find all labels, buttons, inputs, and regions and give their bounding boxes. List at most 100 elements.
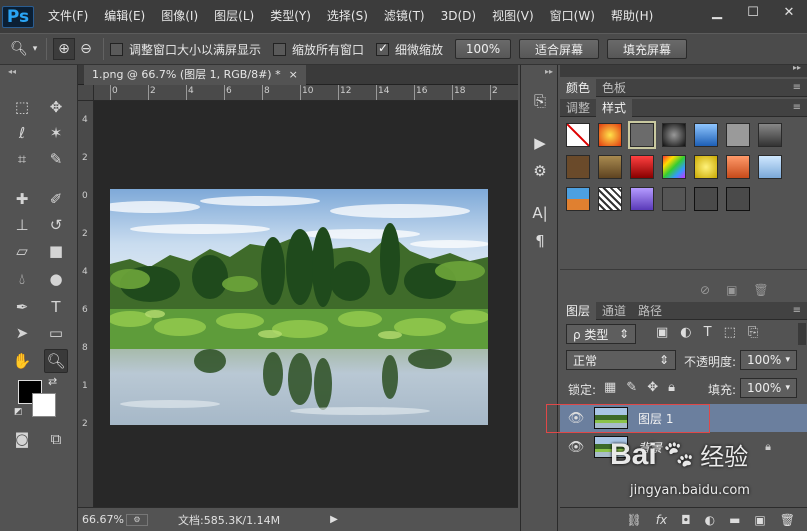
close-icon[interactable]: × xyxy=(289,65,298,85)
shape-filter-icon[interactable]: ⬚ xyxy=(724,325,736,340)
type-filter-icon[interactable]: T xyxy=(704,325,712,340)
checkbox-box[interactable] xyxy=(110,42,123,56)
style-swatch[interactable] xyxy=(758,123,782,147)
link-layers-icon[interactable]: ⛓ xyxy=(627,513,642,527)
style-swatch[interactable] xyxy=(726,155,750,179)
screen-mode-icon[interactable]: ⧉ xyxy=(44,427,68,451)
style-none[interactable] xyxy=(566,123,590,147)
zoom-all-windows-checkbox[interactable]: 缩放所有窗口 xyxy=(273,41,364,58)
opacity-input[interactable]: 100% ▾ xyxy=(740,350,797,370)
eraser-tool-icon[interactable]: ▱ xyxy=(10,239,34,263)
smart-object-filter-icon[interactable]: ⎘ xyxy=(748,325,758,340)
style-swatch[interactable] xyxy=(694,187,718,211)
panel-menu-icon[interactable]: ≡ xyxy=(793,99,801,116)
tab-layers[interactable]: 图层 xyxy=(560,302,597,320)
actions-panel-icon[interactable]: ▶ xyxy=(528,131,552,155)
menu-edit[interactable]: 编辑(E) xyxy=(96,0,153,33)
swap-colors-icon[interactable]: ⇄ xyxy=(48,375,57,388)
menu-help[interactable]: 帮助(H) xyxy=(603,0,661,33)
fx-icon[interactable]: fx xyxy=(656,513,667,527)
character-panel-icon[interactable]: A| xyxy=(528,201,552,225)
menu-file[interactable]: 文件(F) xyxy=(40,0,96,33)
style-swatch[interactable] xyxy=(566,155,590,179)
lock-all-icon[interactable]: 🔒︎ xyxy=(668,380,675,395)
zoom-100-button[interactable]: 100% xyxy=(455,39,512,59)
tab-swatches[interactable]: 色板 xyxy=(596,79,632,97)
style-swatch[interactable] xyxy=(694,155,718,179)
brush-tool-icon[interactable]: ✐ xyxy=(44,187,68,211)
minimize-icon[interactable]: ▁ xyxy=(707,4,727,20)
style-swatch[interactable] xyxy=(628,121,656,149)
style-swatch[interactable] xyxy=(662,155,686,179)
style-swatch[interactable] xyxy=(662,187,686,211)
tab-styles[interactable]: 样式 xyxy=(596,99,633,117)
delete-layer-icon[interactable]: 🗑︎ xyxy=(780,513,795,527)
rectangle-tool-icon[interactable]: ▭ xyxy=(44,321,68,345)
hand-tool-icon[interactable]: ✋ xyxy=(10,349,34,373)
style-swatch[interactable] xyxy=(726,187,750,211)
adjustment-layer-icon[interactable]: ◐ xyxy=(705,513,715,527)
marquee-tool-icon[interactable]: ⬚ xyxy=(10,95,34,119)
fit-screen-button[interactable]: 适合屏幕 xyxy=(519,39,600,59)
zoom-tool-preset-icon[interactable]: 🔍︎ xyxy=(8,38,30,60)
tab-paths[interactable]: 路径 xyxy=(632,302,668,320)
gradient-tool-icon[interactable]: ■ xyxy=(44,239,68,263)
canvas[interactable] xyxy=(94,101,518,507)
tab-adjustments[interactable]: 调整 xyxy=(560,99,596,117)
menu-image[interactable]: 图像(I) xyxy=(153,0,206,33)
type-tool-icon[interactable]: T xyxy=(44,295,68,319)
style-swatch[interactable] xyxy=(598,187,622,211)
delete-style-icon[interactable]: 🗑︎ xyxy=(753,283,768,297)
zoom-out-icon[interactable]: ⊖ xyxy=(75,38,97,60)
style-swatch[interactable] xyxy=(598,123,622,147)
checkbox-box[interactable] xyxy=(376,41,390,56)
eyedropper-tool-icon[interactable]: ✎ xyxy=(44,147,68,171)
style-swatch[interactable] xyxy=(662,123,686,147)
magic-wand-tool-icon[interactable]: ✶ xyxy=(44,121,68,145)
pen-tool-icon[interactable]: ✒ xyxy=(10,295,34,319)
layer-row-background[interactable]: 👁︎ 背景 🔒︎ xyxy=(560,433,807,461)
fill-screen-button[interactable]: 填充屏幕 xyxy=(607,39,688,59)
menu-filter[interactable]: 滤镜(T) xyxy=(376,0,433,33)
layer-kind-filter[interactable]: ρ 类型 ⇕ xyxy=(566,324,636,344)
lock-image-icon[interactable]: ✎ xyxy=(626,380,637,395)
pixel-filter-icon[interactable]: ▣ xyxy=(656,325,668,340)
tab-color[interactable]: 颜色 xyxy=(560,79,597,97)
menu-window[interactable]: 窗口(W) xyxy=(542,0,603,33)
menu-type[interactable]: 类型(Y) xyxy=(262,0,319,33)
zoom-in-icon[interactable]: ⊕ xyxy=(53,38,75,60)
lock-position-icon[interactable]: ✥ xyxy=(647,380,658,395)
healing-brush-tool-icon[interactable]: ✚ xyxy=(10,187,34,211)
maximize-icon[interactable]: ☐ xyxy=(743,4,763,20)
fill-input[interactable]: 100% ▾ xyxy=(740,378,797,398)
chevron-down-icon[interactable]: ▾ xyxy=(30,38,40,60)
properties-panel-icon[interactable]: ⚙ xyxy=(528,159,552,183)
zoom-tool-icon[interactable]: 🔍︎ xyxy=(44,349,68,373)
style-swatch[interactable] xyxy=(566,187,590,211)
new-group-icon[interactable]: ▬ xyxy=(729,513,740,527)
expand-icon[interactable]: ▸▸ xyxy=(545,67,553,76)
blur-tool-icon[interactable]: 💧︎ xyxy=(10,267,34,291)
resize-windows-checkbox[interactable]: 调整窗口大小以满屏显示 xyxy=(110,41,261,58)
style-swatch[interactable] xyxy=(598,155,622,179)
tab-channels[interactable]: 通道 xyxy=(596,302,632,320)
style-swatch[interactable] xyxy=(726,123,750,147)
clone-stamp-tool-icon[interactable]: ⊥ xyxy=(10,213,34,237)
collapse-icon[interactable]: ▸▸ xyxy=(793,63,801,72)
style-swatch[interactable] xyxy=(630,155,654,179)
document-tab[interactable]: 1.png @ 66.7% (图层 1, RGB/8#) * × xyxy=(84,65,306,85)
add-mask-icon[interactable]: ◘ xyxy=(681,513,691,527)
move-tool-icon[interactable]: ✥ xyxy=(44,95,68,119)
status-menu-icon[interactable]: ⚙ xyxy=(126,513,148,526)
close-icon[interactable]: ✕ xyxy=(779,4,799,20)
background-color-swatch[interactable] xyxy=(32,393,56,417)
adjustment-filter-icon[interactable]: ◐ xyxy=(680,325,691,340)
checkbox-box[interactable] xyxy=(273,42,287,56)
quick-mask-icon[interactable]: ◙ xyxy=(10,427,34,451)
default-colors-icon[interactable]: ◩ xyxy=(14,407,23,417)
paragraph-panel-icon[interactable]: ¶ xyxy=(528,229,552,253)
new-layer-icon[interactable]: ▣ xyxy=(754,513,765,527)
history-panel-icon[interactable]: ⎘ xyxy=(528,89,552,113)
path-selection-tool-icon[interactable]: ➤ xyxy=(10,321,34,345)
clear-style-icon[interactable]: ⊘ xyxy=(700,283,710,297)
